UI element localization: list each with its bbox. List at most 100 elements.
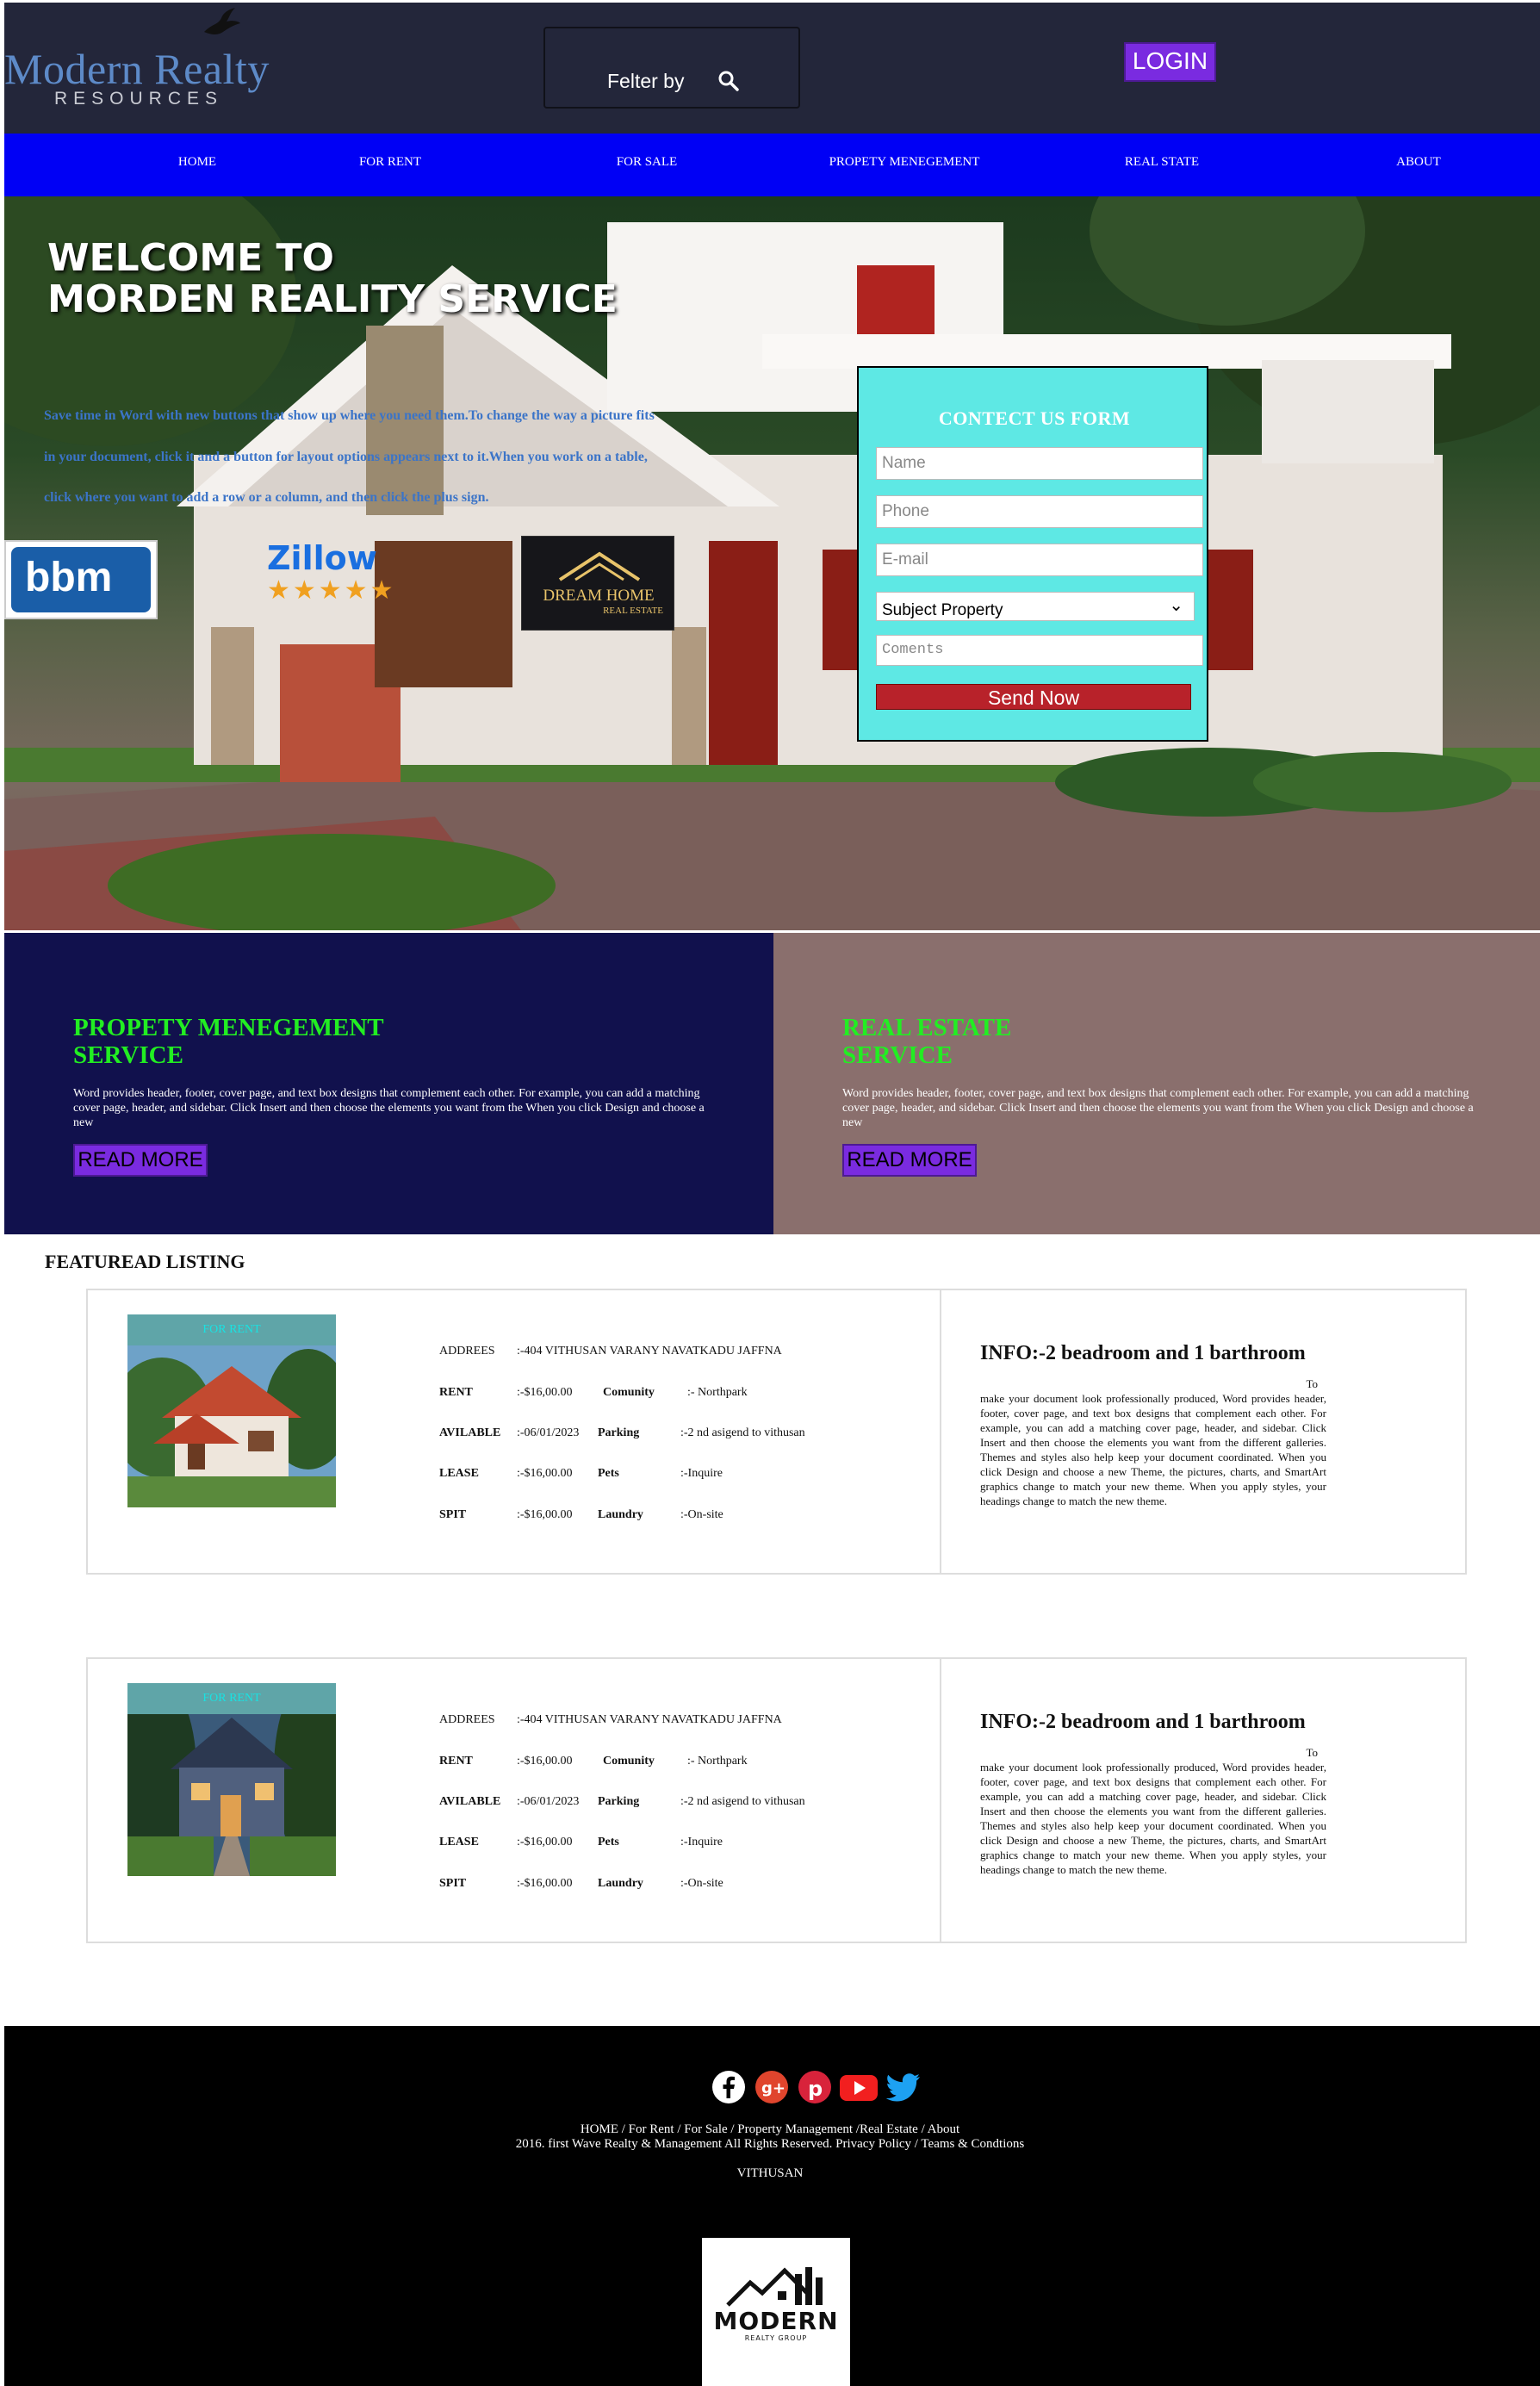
service-title: PROPETY MENEGEMENT SERVICE [73,1014,384,1069]
footer-links[interactable]: HOME / For Rent / For Sale / Property Ma… [0,2122,1540,2137]
house-roof-icon [558,551,641,581]
bbm-logo-text: bbm [11,547,151,612]
lease-value: :-$16,00.00 [517,1467,573,1480]
read-more-button[interactable]: READ MORE [73,1144,208,1177]
comments-input[interactable]: Coments [876,635,1203,666]
listing-info-to: To [1306,1377,1318,1390]
available-label: AVILABLE [439,1426,501,1439]
filter-label: Felter by [607,70,685,92]
service-title-line-2: SERVICE [842,1041,953,1069]
spit-label: SPIT [439,1508,467,1521]
service-title: REAL ESTATE SERVICE [842,1014,1011,1069]
zillow-badge[interactable]: Zillow [267,539,377,577]
parking-label: Parking [598,1426,640,1439]
name-input[interactable]: Name [876,447,1203,480]
read-more-button[interactable]: READ MORE [842,1144,977,1177]
footer-logo[interactable]: MODERN REALTY GROUP [702,2238,850,2386]
filter-box[interactable]: Felter by [543,27,800,109]
main-nav: HOME FOR RENT FOR SALE PROPETY MENEGEMEN… [4,134,1540,196]
for-rent-tag: FOR RENT [127,1314,336,1345]
community-value: :- Northpark [687,1386,748,1399]
zillow-stars-icon: ★★★★★ [267,576,396,605]
bbm-badge[interactable]: bbm [4,540,158,619]
hero-banner: WELCOME TO MORDEN REALITY SERVICE Save t… [4,196,1540,930]
laundry-value: :-On-site [680,1508,723,1521]
subject-select[interactable]: Subject Property [876,587,1195,624]
spit-label: SPIT [439,1877,467,1890]
svg-text:g+: g+ [761,2079,786,2097]
dream-home-subtitle: REAL ESTATE [603,606,663,616]
dream-home-title: DREAM HOME [543,587,655,605]
listing-info-body: To make your document look professionall… [980,1376,1326,1508]
available-label: AVILABLE [439,1795,501,1808]
rent-value: :-$16,00.00 [517,1755,573,1768]
listing-info-title: INFO:-2 beadroom and 1 barthroom [980,1711,1306,1733]
real-estate-service: REAL ESTATE SERVICE Word provides header… [773,933,1540,1234]
site-header: Modern Realty RESOURCES Felter by LOGIN [4,3,1540,134]
listing-card[interactable]: FOR RENT ADDREES :-404 VITHUSAN VARANY N… [86,1289,1467,1575]
address-value: :-404 VITHUSAN VARANY NAVATKADU JAFFNA [517,1345,782,1358]
nav-item-for-rent[interactable]: FOR RENT [359,155,421,170]
twitter-icon[interactable] [884,2070,922,2104]
laundry-value: :-On-site [680,1877,723,1890]
logo-title[interactable]: Modern Realty [4,44,280,94]
listing-divider [940,1290,941,1573]
service-title-line-1: REAL ESTATE [842,1014,1012,1041]
nav-item-home[interactable]: HOME [178,155,216,170]
listing-info-text: make your document look professionally p… [980,1761,1326,1876]
spit-value: :-$16,00.00 [517,1877,573,1890]
lease-value: :-$16,00.00 [517,1836,573,1849]
property-management-service: PROPETY MENEGEMENT SERVICE Word provides… [4,933,773,1234]
facebook-icon[interactable] [711,2070,746,2104]
rent-label: RENT [439,1386,473,1399]
building-logo-icon [726,2267,823,2307]
hero-text-line: in your document, click it and a button … [44,450,648,464]
send-now-button[interactable]: Send Now [876,684,1191,710]
nav-item-property-management[interactable]: PROPETY MENEGEMENT [829,155,980,170]
listing-info-title: INFO:-2 beadroom and 1 barthroom [980,1342,1306,1364]
hero-text-line: Save time in Word with new buttons that … [44,408,655,423]
pets-label: Pets [598,1836,619,1849]
login-button[interactable]: LOGIN [1124,42,1216,82]
subject-select-value: Subject Property [882,601,1003,619]
listing-divider [940,1659,941,1942]
listing-info-body: To make your document look professionall… [980,1745,1326,1877]
service-description: Word provides header, footer, cover page… [842,1087,1474,1129]
welcome-line-2: MORDEN REALITY SERVICE [47,277,618,321]
parking-label: Parking [598,1795,640,1808]
youtube-icon[interactable] [839,2070,879,2104]
listing-photo[interactable]: FOR RENT [127,1683,336,1876]
hero-text-line: click where you want to add a row or a c… [44,490,489,505]
listing-photo[interactable]: FOR RENT [127,1314,336,1507]
rent-label: RENT [439,1755,473,1768]
community-label: Comunity [603,1755,655,1768]
welcome-heading: WELCOME TO MORDEN REALITY SERVICE [47,238,618,320]
welcome-line-1: WELCOME TO [47,236,334,280]
parking-value: :-2 nd asigend to vithusan [680,1795,805,1808]
address-value: :-404 VITHUSAN VARANY NAVATKADU JAFFNA [517,1713,782,1726]
svg-text:p: p [808,2077,823,2101]
search-icon[interactable] [717,70,740,92]
available-value: :-06/01/2023 [517,1795,580,1808]
footer-copyright: 2016. first Wave Realty & Management All… [515,2137,1025,2151]
google-plus-icon[interactable]: g+ [754,2070,789,2104]
contact-form: CONTECT US FORM Name Phone E-mail Subjec… [857,366,1208,742]
pinterest-icon[interactable]: p [798,2070,832,2104]
listing-card[interactable]: FOR RENT ADDREES :-404 VITHUSAN VARANY N… [86,1657,1467,1943]
nav-item-about[interactable]: ABOUT [1396,155,1441,170]
dream-home-badge[interactable]: DREAM HOME REAL ESTATE [521,536,674,631]
pets-value: :-Inquire [680,1836,723,1849]
phone-input[interactable]: Phone [876,495,1203,528]
community-value: :- Northpark [687,1755,748,1768]
pets-label: Pets [598,1467,619,1480]
spit-value: :-$16,00.00 [517,1508,573,1521]
nav-item-for-sale[interactable]: FOR SALE [617,155,677,170]
listing-info-text: make your document look professionally p… [980,1392,1326,1507]
lease-label: LEASE [439,1836,479,1849]
email-input[interactable]: E-mail [876,544,1203,576]
logo-subtitle: RESOURCES [54,89,224,109]
address-label: ADDREES [439,1345,495,1358]
nav-item-real-estate[interactable]: REAL STATE [1125,155,1199,170]
listing-info-to: To [1306,1746,1318,1759]
footer-logo-text: MODERN [713,2307,839,2335]
